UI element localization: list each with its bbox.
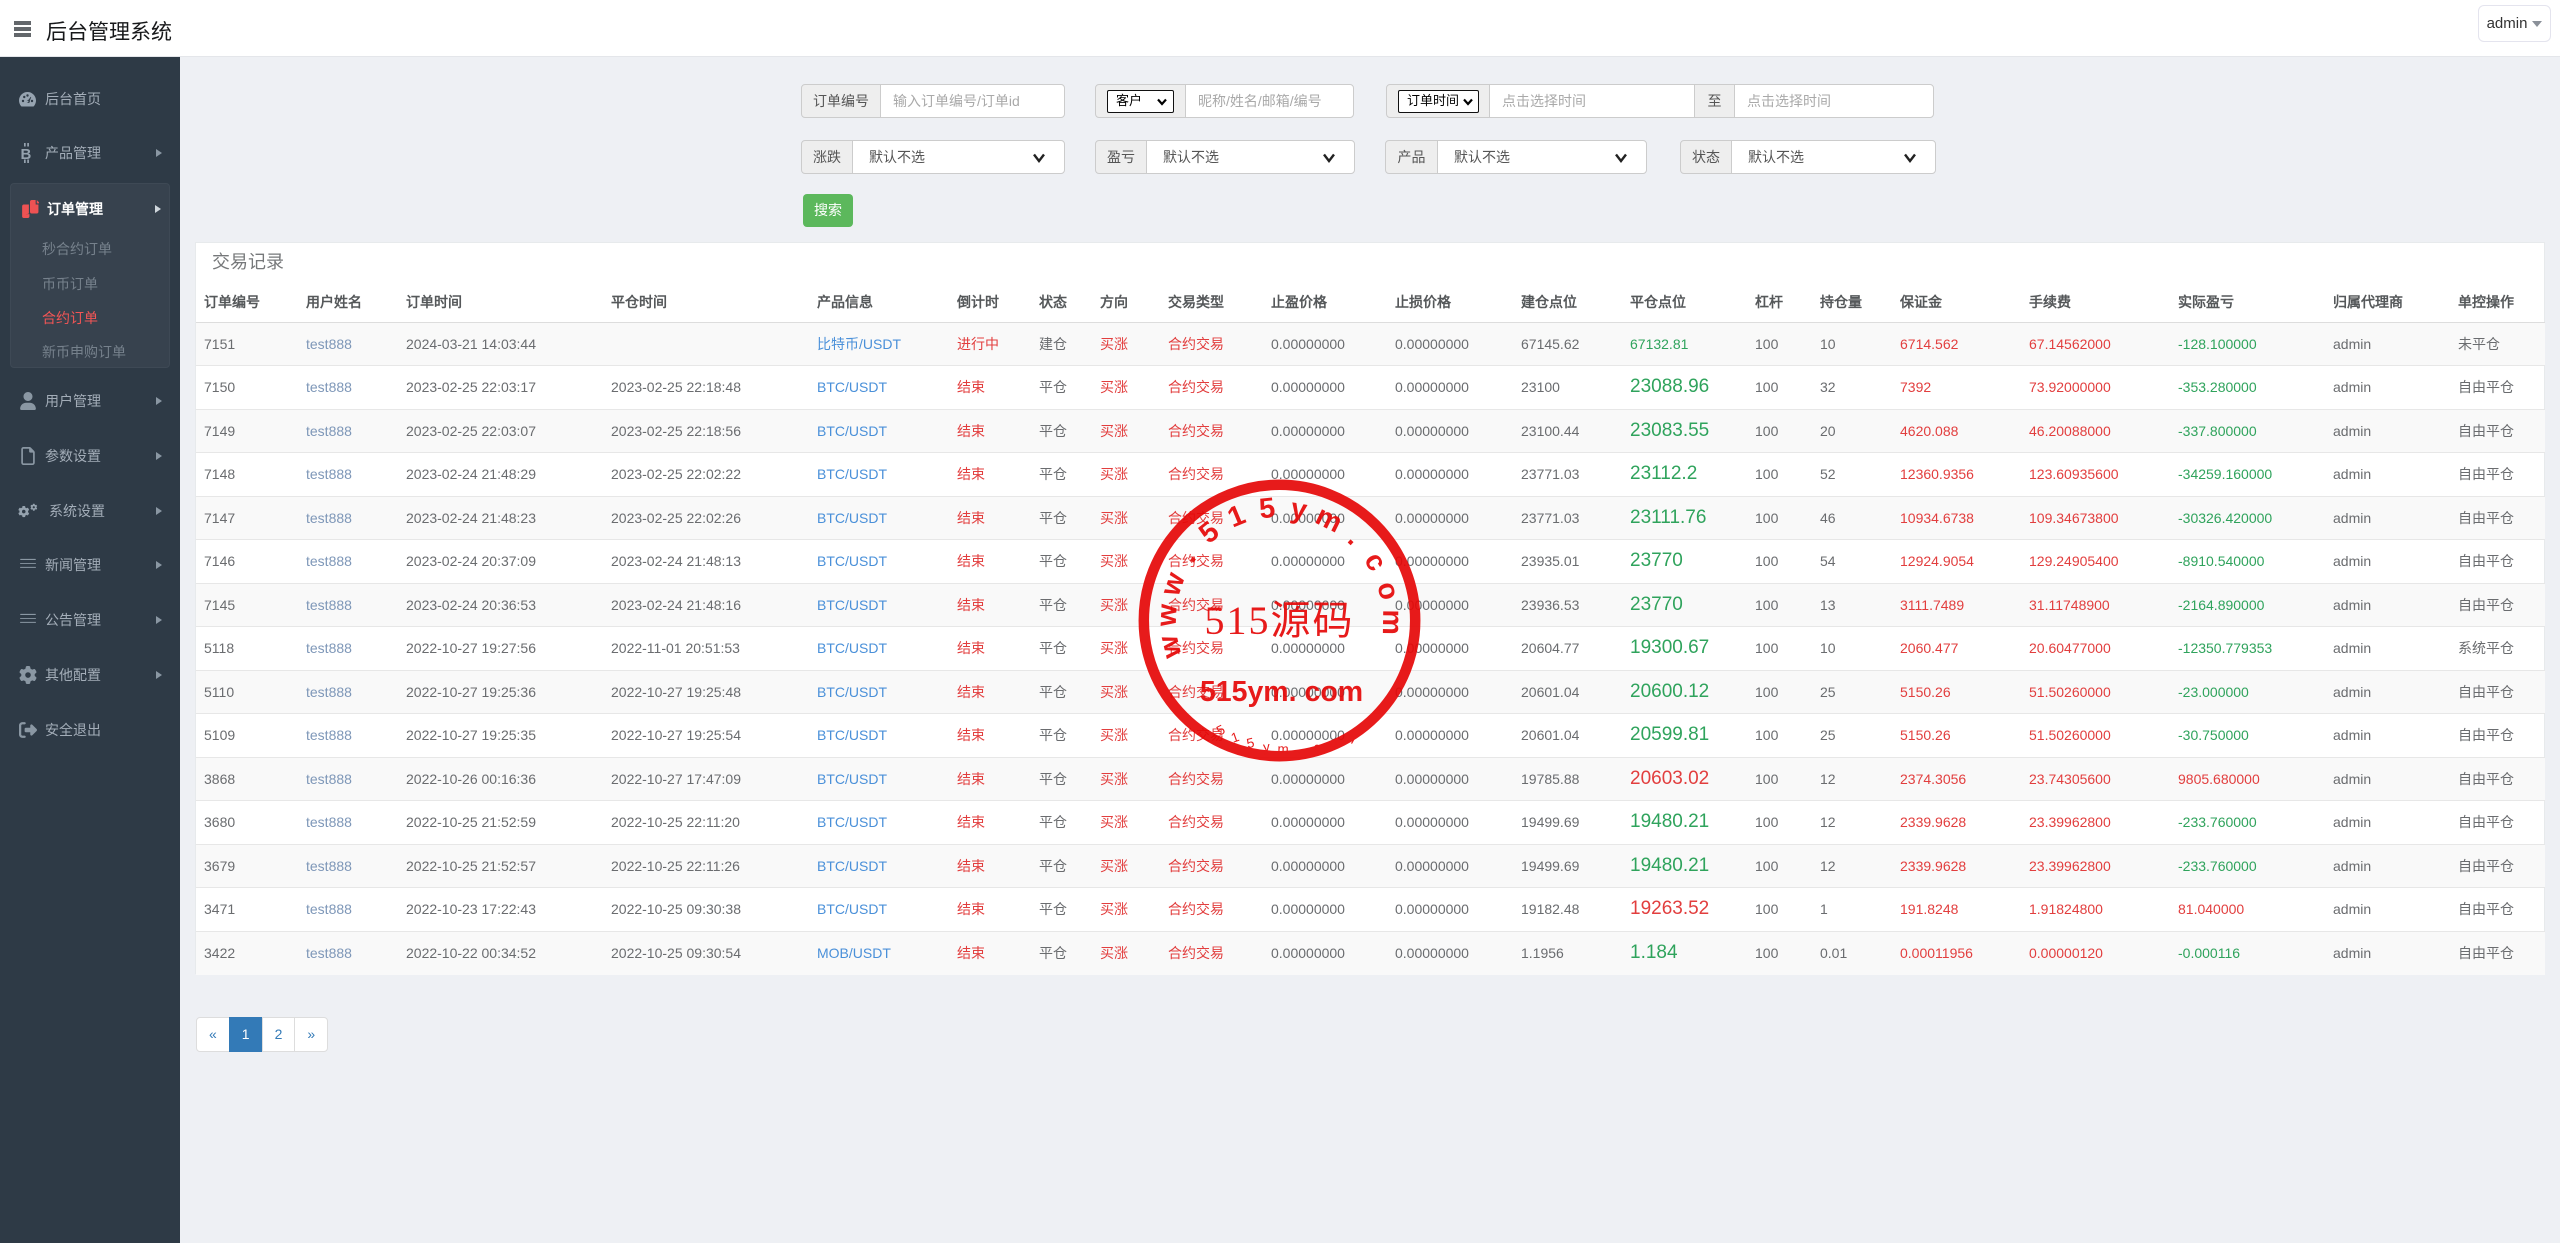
svg-text:y: y	[1262, 739, 1270, 755]
svg-text:y: y	[1288, 493, 1309, 527]
svg-text:.: .	[1342, 523, 1369, 552]
svg-text:c: c	[1358, 547, 1394, 577]
svg-text:m: m	[1277, 741, 1289, 756]
svg-text:w: w	[1154, 568, 1192, 601]
svg-text:1: 1	[1223, 499, 1250, 535]
svg-text:B: B	[21, 146, 32, 163]
svg-text:515ym. com: 515ym. com	[1200, 676, 1363, 708]
svg-text:o: o	[1370, 578, 1405, 603]
svg-text:.: .	[1172, 543, 1203, 568]
svg-text:5: 5	[1257, 492, 1276, 526]
svg-text:5: 5	[1193, 515, 1225, 550]
svg-text:515源码: 515源码	[1205, 598, 1355, 643]
svg-text:w: w	[1152, 631, 1189, 662]
svg-text:m: m	[1376, 609, 1408, 635]
svg-text:w: w	[1151, 603, 1184, 628]
